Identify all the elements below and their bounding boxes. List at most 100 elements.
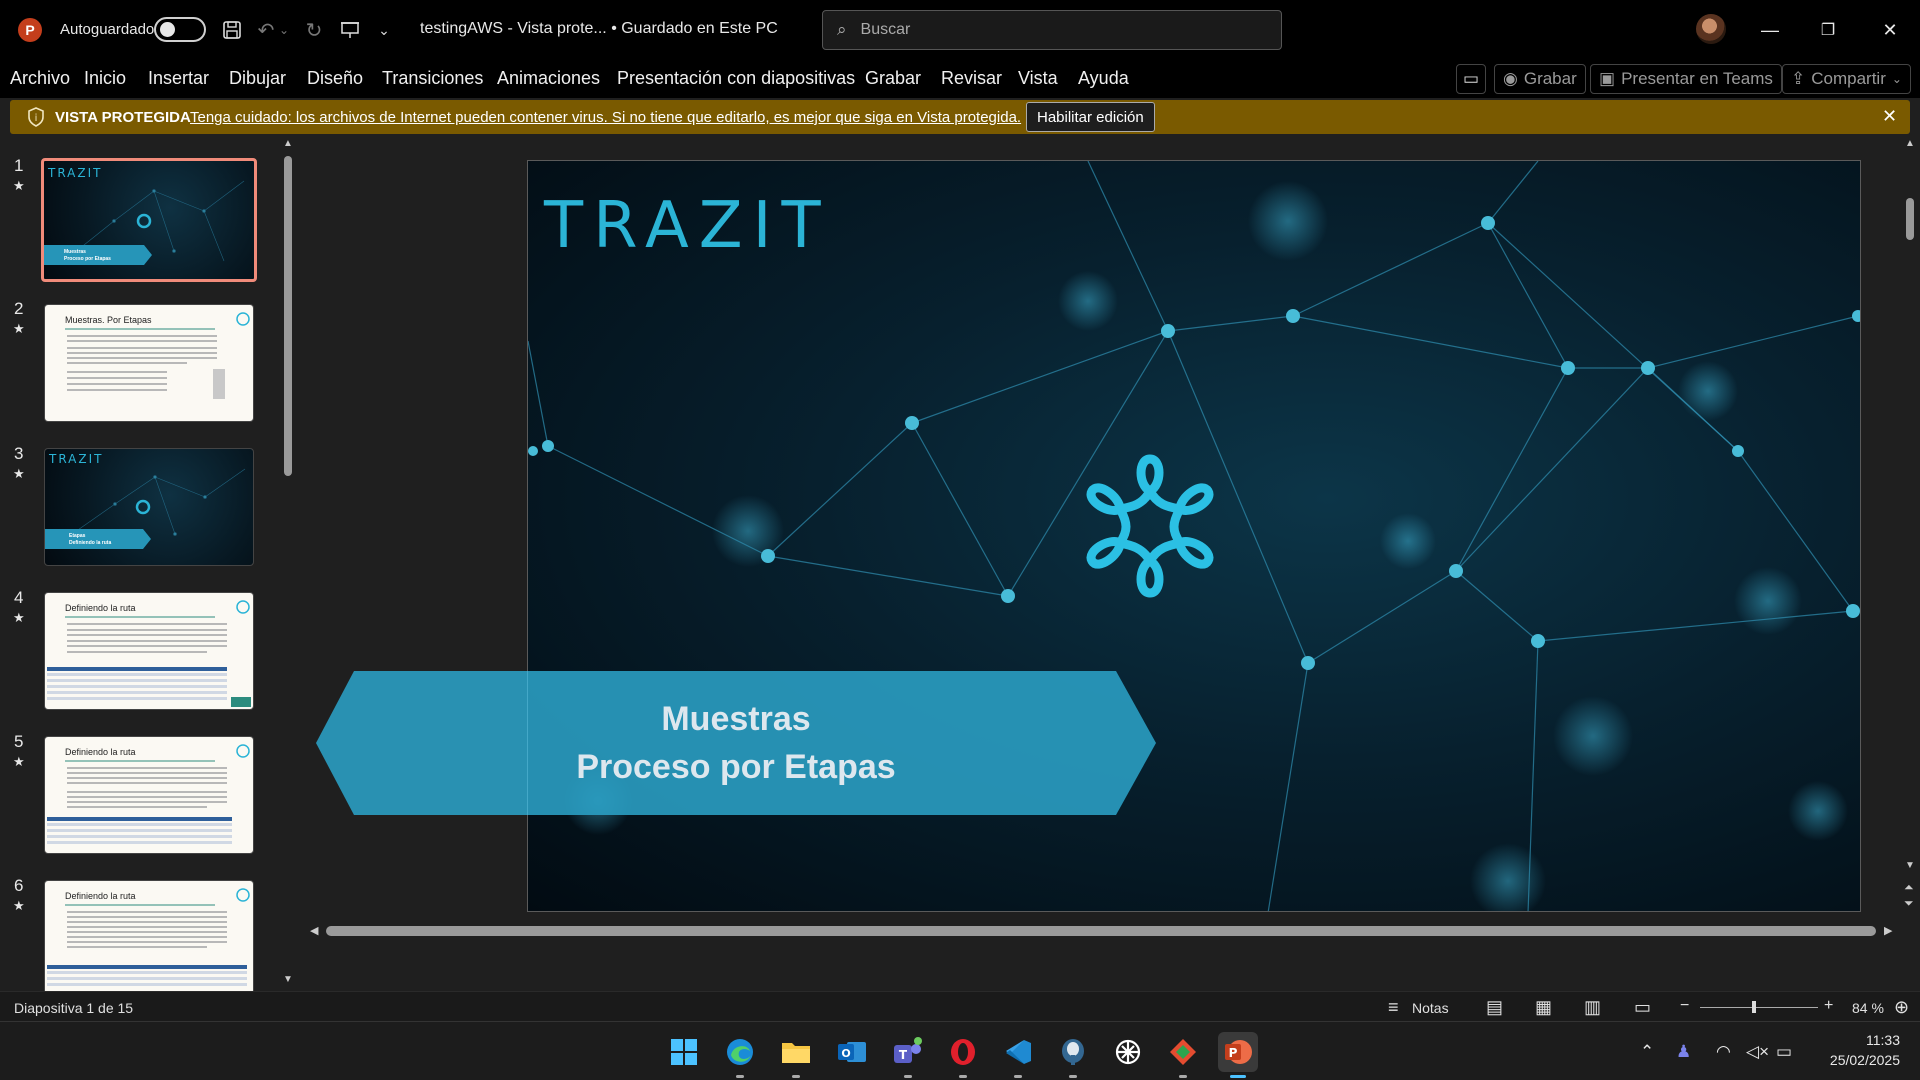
scroll-right-icon[interactable]: ▶ — [1884, 924, 1892, 937]
battery-icon[interactable]: ▭ — [1776, 1042, 1792, 1062]
running-indicator — [1069, 1075, 1077, 1078]
minimize-icon[interactable]: — — [1752, 14, 1788, 46]
tab-transiciones[interactable]: Transiciones — [382, 68, 483, 89]
git-tool-icon[interactable] — [1165, 1034, 1201, 1078]
animation-star-icon: ★ — [13, 610, 25, 625]
tab-archivo[interactable]: Archivo — [10, 68, 70, 89]
windows-taskbar: O T P ⌃ ♟ ◠ ◁× ▭ 11:33 25/02/2025 — [0, 1021, 1920, 1080]
redo-icon[interactable]: ↻ — [300, 16, 328, 44]
search-input[interactable]: ⌕ Buscar — [822, 10, 1282, 50]
previous-slide-icon[interactable]: ⏶ — [1904, 880, 1914, 895]
clock-date: 25/02/2025 — [1829, 1052, 1900, 1068]
slide-sorter-icon[interactable]: ▦ — [1535, 997, 1552, 1018]
zoom-slider-thumb[interactable] — [1752, 1001, 1756, 1013]
record-button[interactable]: ◉ Grabar — [1494, 64, 1586, 94]
notes-icon[interactable]: ≡ — [1388, 997, 1399, 1018]
powerpoint-taskbar-icon[interactable]: P — [1218, 1032, 1258, 1078]
normal-view-icon[interactable]: ▤ — [1486, 997, 1503, 1018]
edge-icon[interactable] — [722, 1034, 758, 1078]
scrollbar-thumb[interactable] — [326, 926, 1876, 936]
tab-ayuda[interactable]: Ayuda — [1078, 68, 1129, 89]
outlook-icon[interactable]: O — [834, 1034, 870, 1070]
scroll-left-icon[interactable]: ◀ — [310, 924, 318, 937]
present-in-teams-button[interactable]: ▣ Presentar en Teams — [1590, 64, 1782, 94]
animation-star-icon: ★ — [13, 321, 25, 336]
tab-animaciones[interactable]: Animaciones — [497, 68, 600, 89]
scroll-down-icon[interactable]: ▼ — [1905, 860, 1915, 871]
thumbnail-slide-6[interactable]: Definiendo la ruta — [44, 880, 254, 991]
teams-tray-icon[interactable]: ♟ — [1676, 1042, 1691, 1062]
tab-vista[interactable]: Vista — [1018, 68, 1058, 89]
save-icon[interactable] — [218, 16, 246, 44]
comments-button[interactable]: ▭ — [1456, 64, 1486, 94]
restore-icon[interactable]: ❐ — [1810, 14, 1846, 46]
undo-dropdown-icon[interactable]: ⌄ — [276, 16, 292, 44]
slide-vertical-scrollbar[interactable]: ▲ ▼ ⏶ ⏷ — [1900, 136, 1920, 991]
slideshow-icon[interactable]: ▭ — [1634, 997, 1651, 1018]
thumbnail-number: 6 — [14, 876, 24, 895]
notes-button[interactable]: Notas — [1412, 1000, 1449, 1016]
zoom-level[interactable]: 84 % — [1852, 1000, 1884, 1016]
zoom-out-icon[interactable]: − — [1680, 997, 1689, 1015]
chatgpt-icon[interactable] — [1110, 1034, 1146, 1070]
wifi-icon[interactable]: ◠ — [1716, 1042, 1731, 1062]
svg-text:O: O — [841, 1047, 850, 1060]
scroll-up-icon[interactable]: ▲ — [1905, 138, 1915, 149]
avatar[interactable] — [1696, 14, 1726, 44]
powerpoint-logo-icon: P — [18, 18, 42, 42]
thumbnail-brand: TRAZIT — [48, 452, 103, 466]
enable-editing-button[interactable]: Habilitar edición — [1026, 102, 1155, 132]
title-banner[interactable] — [314, 669, 1174, 819]
tab-dibujar[interactable]: Dibujar — [229, 68, 286, 89]
running-indicator — [959, 1075, 967, 1078]
next-slide-icon[interactable]: ⏷ — [1904, 896, 1914, 911]
tab-revisar[interactable]: Revisar — [941, 68, 1002, 89]
system-clock[interactable]: 11:33 25/02/2025 — [1814, 1030, 1900, 1070]
tab-inicio[interactable]: Inicio — [84, 68, 126, 89]
zoom-in-icon[interactable]: + — [1824, 997, 1833, 1015]
scrollbar-thumb[interactable] — [1906, 198, 1914, 240]
protected-view-message-link[interactable]: Tenga cuidado: los archivos de Internet … — [190, 109, 1021, 126]
svg-text:Muestras: Muestras — [64, 249, 86, 255]
tab-diseno[interactable]: Diseño — [307, 68, 363, 89]
trazit-star-logo-icon — [1086, 454, 1214, 598]
chevron-up-icon[interactable]: ⌃ — [1640, 1042, 1654, 1062]
file-explorer-icon[interactable] — [778, 1034, 814, 1078]
postgresql-icon[interactable] — [1055, 1034, 1091, 1078]
close-icon[interactable]: ✕ — [1872, 14, 1908, 46]
customize-toolbar-icon[interactable]: ⌄ — [370, 16, 398, 44]
slide-horizontal-scrollbar[interactable]: ◀ ▶ — [306, 922, 1896, 940]
running-indicator — [792, 1075, 800, 1078]
vscode-icon[interactable] — [1000, 1034, 1036, 1078]
thumbnail-slide-4[interactable]: Definiendo la ruta — [44, 592, 254, 710]
autosave-toggle[interactable] — [154, 17, 206, 42]
speaker-muted-icon[interactable]: ◁× — [1746, 1042, 1769, 1062]
fit-to-window-icon[interactable]: ⊕ — [1894, 997, 1909, 1018]
thumbnail-slide-5[interactable]: Definiendo la ruta — [44, 736, 254, 854]
chevron-down-icon: ⌄ — [1891, 72, 1902, 86]
teams-icon[interactable]: T — [890, 1034, 926, 1078]
thumbnail-slide-3[interactable]: TRAZIT Etapas Definiendo la ruta — [44, 448, 254, 566]
thumbnail-slide-1[interactable]: TRAZIT Muestras Proceso por Etapas — [41, 158, 257, 282]
record-label: Grabar — [1523, 69, 1577, 88]
scroll-down-icon[interactable]: ▼ — [283, 974, 293, 985]
scroll-up-icon[interactable]: ▲ — [283, 138, 293, 149]
close-icon[interactable]: ✕ — [1882, 106, 1897, 127]
zoom-slider[interactable] — [1700, 1001, 1818, 1013]
running-indicator — [1014, 1075, 1022, 1078]
thumbnail-slide-2[interactable]: Muestras. Por Etapas — [44, 304, 254, 422]
title-bar: P Autoguardado ↶ ⌄ ↻ ⌄ testingAWS - Vist… — [0, 0, 1920, 60]
thumbnail-scrollbar[interactable]: ▲ ▼ — [280, 136, 296, 991]
tab-grabar[interactable]: Grabar — [865, 68, 921, 89]
animation-star-icon: ★ — [13, 754, 25, 769]
reading-view-icon[interactable]: ▥ — [1584, 997, 1601, 1018]
opera-icon[interactable] — [945, 1034, 981, 1078]
windows-start-icon[interactable] — [666, 1034, 702, 1070]
scrollbar-thumb[interactable] — [284, 156, 292, 476]
present-from-start-icon[interactable] — [336, 16, 364, 44]
tab-presentacion[interactable]: Presentación con diapositivas — [617, 68, 855, 89]
share-button[interactable]: ⇪ Compartir ⌄ — [1782, 64, 1911, 94]
svg-text:Proceso por Etapas: Proceso por Etapas — [64, 256, 111, 262]
tab-insertar[interactable]: Insertar — [148, 68, 209, 89]
running-indicator — [1179, 1075, 1187, 1078]
